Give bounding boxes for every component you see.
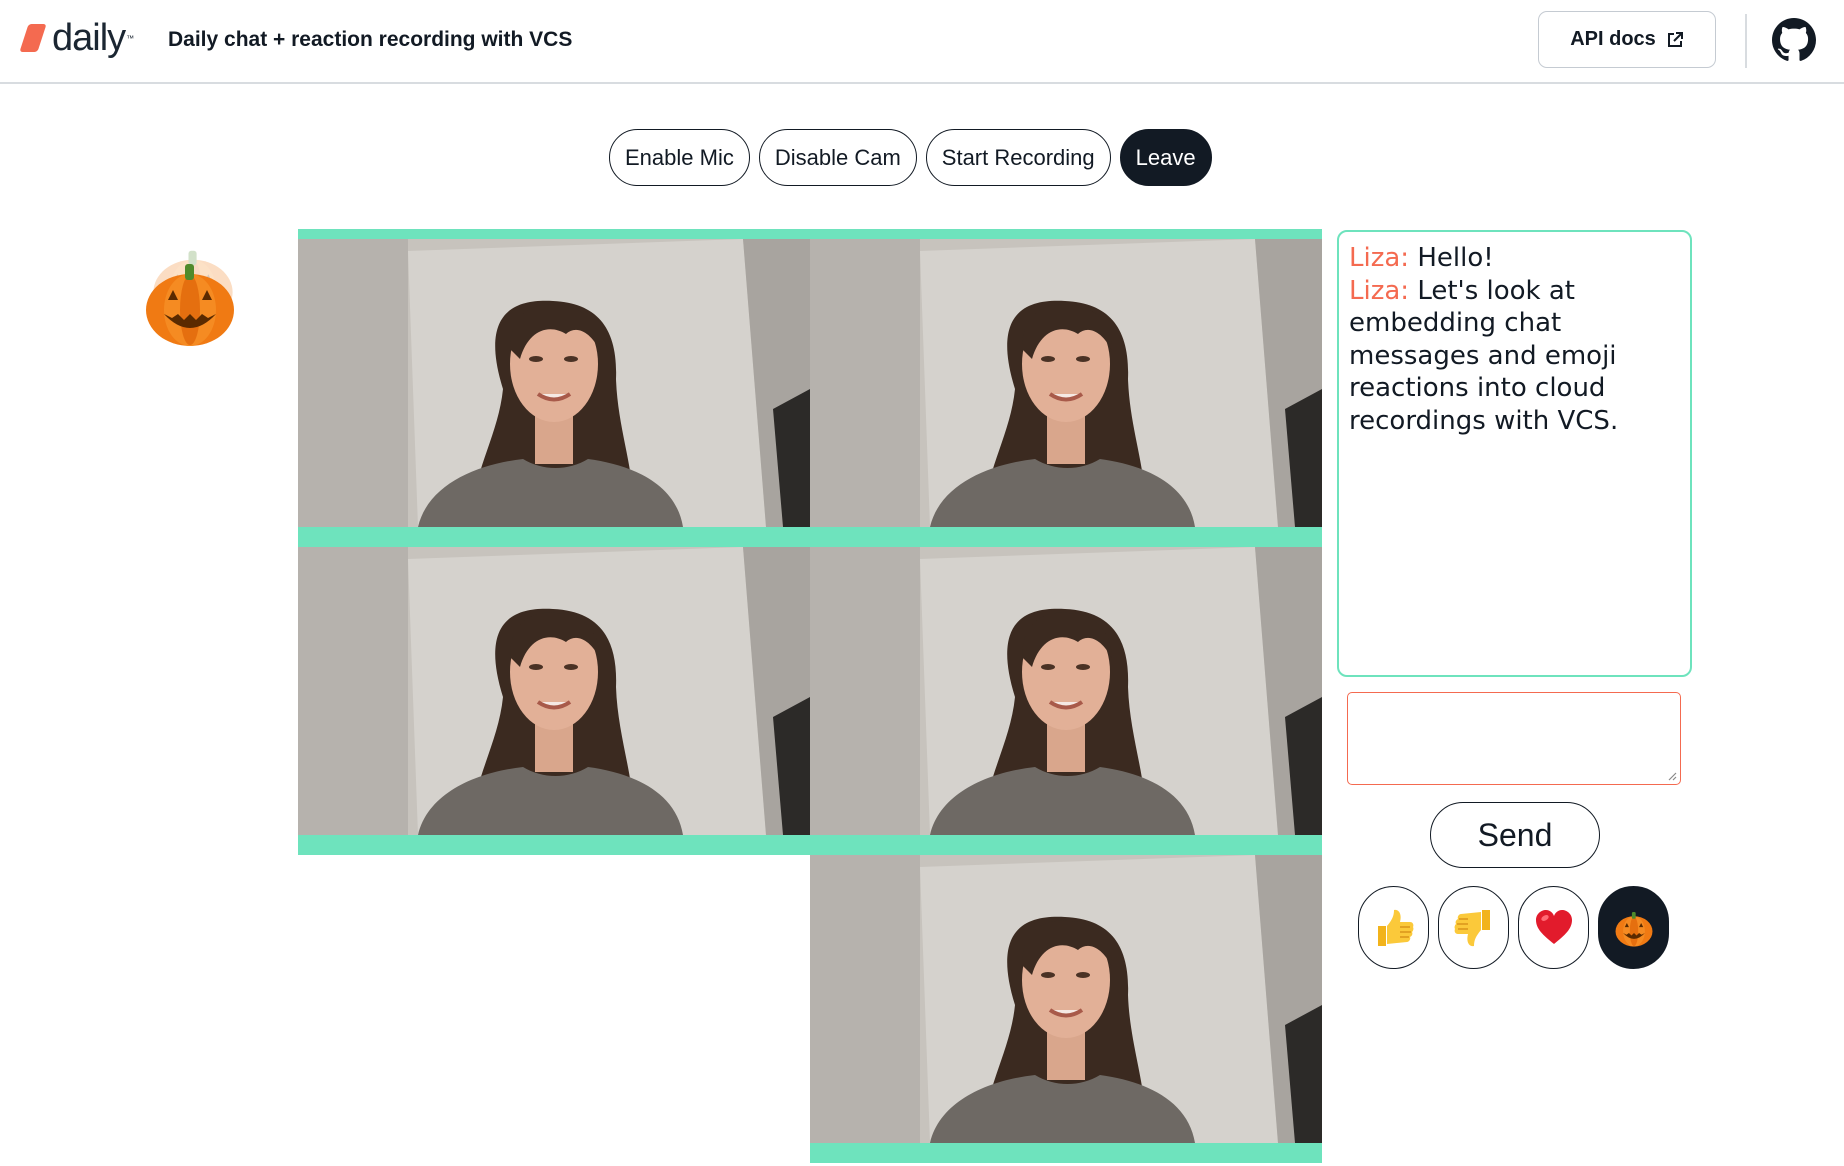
participant-video: [298, 547, 810, 835]
pumpkin-button[interactable]: [1598, 886, 1669, 969]
app-header: daily ™ Daily chat + reaction recording …: [0, 0, 1844, 84]
chat-sender-name: Liza:: [1349, 275, 1410, 306]
participant-video: [810, 855, 1322, 1143]
chat-sender-name: Liza:: [1349, 243, 1410, 273]
chat-log[interactable]: Liza: Hello! Liza: Let's look at embeddi…: [1337, 230, 1692, 677]
video-tile: [298, 537, 810, 855]
api-docs-button[interactable]: API docs: [1538, 11, 1716, 68]
pumpkin-icon: [1613, 907, 1655, 949]
chat-message-text: Hello!: [1417, 243, 1494, 273]
resize-handle-icon[interactable]: [1665, 769, 1677, 781]
leave-button[interactable]: Leave: [1119, 129, 1212, 186]
chat-input[interactable]: [1347, 692, 1681, 785]
external-link-icon: [1667, 31, 1683, 47]
enable-mic-button[interactable]: Enable Mic: [609, 129, 750, 186]
daily-logo[interactable]: daily ™: [19, 17, 135, 59]
video-tile: [810, 229, 1322, 547]
chat-message: Liza: Let's look at embedding chat messa…: [1349, 275, 1680, 438]
github-icon[interactable]: [1772, 18, 1816, 62]
thumbs-down-icon: [1454, 909, 1490, 946]
participant-video: [298, 239, 810, 527]
participant-video: [810, 547, 1322, 835]
reaction-buttons: [1358, 886, 1669, 969]
api-docs-label: API docs: [1570, 28, 1656, 50]
video-tile: [810, 537, 1322, 855]
send-button[interactable]: Send: [1430, 802, 1600, 868]
video-tile: [298, 229, 810, 547]
header-divider: [1745, 14, 1747, 68]
page-title: Daily chat + reaction recording with VCS: [168, 28, 573, 51]
thumbs-down-button[interactable]: [1438, 886, 1509, 969]
chat-message: Liza: Hello!: [1349, 242, 1680, 275]
video-tile: [810, 845, 1322, 1163]
call-controls: Enable Mic Disable Cam Start Recording L…: [609, 129, 1212, 186]
logo-text: daily: [52, 17, 126, 59]
thumbs-up-icon: [1377, 909, 1413, 946]
participant-video: [810, 239, 1322, 527]
disable-cam-button[interactable]: Disable Cam: [758, 129, 917, 186]
logo-mark-icon: [19, 24, 47, 52]
heart-button[interactable]: [1518, 886, 1589, 969]
logo-trademark: ™: [126, 33, 135, 43]
thumbs-up-button[interactable]: [1358, 886, 1429, 969]
pumpkin-reaction-icon: [146, 250, 234, 346]
heart-icon: [1535, 909, 1572, 944]
start-recording-button[interactable]: Start Recording: [925, 129, 1111, 186]
